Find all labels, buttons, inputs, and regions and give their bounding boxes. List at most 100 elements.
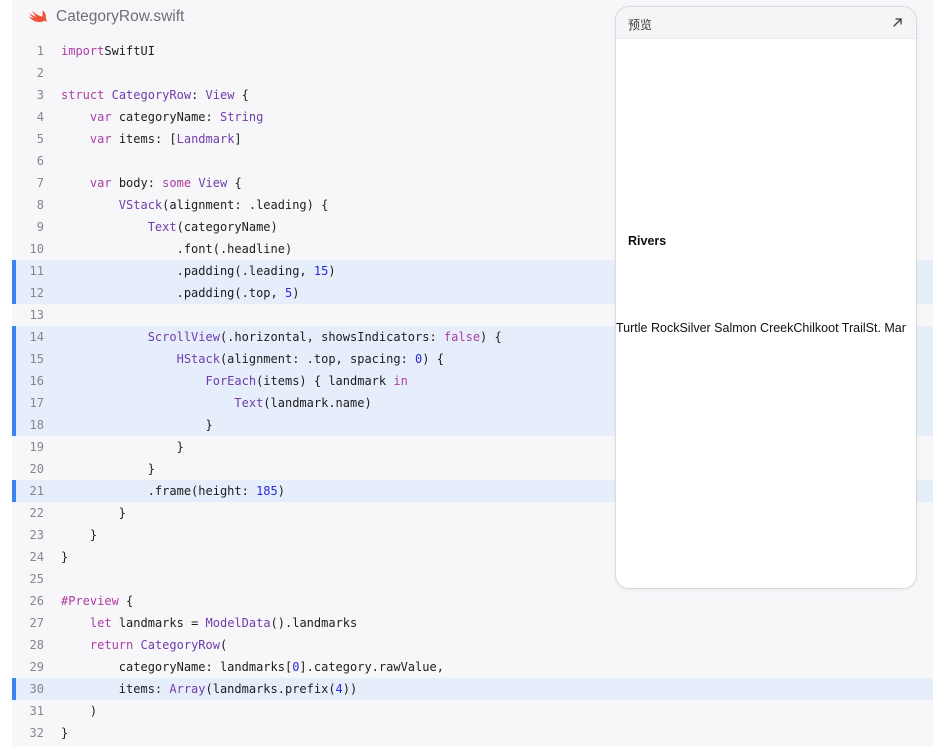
code-token: 185 (256, 484, 278, 498)
code-token: } (61, 550, 69, 564)
code-text: Text(categoryName) (61, 216, 278, 238)
code-line[interactable]: 31 ) (12, 700, 933, 722)
landmark-scroll-row[interactable]: Turtle Rock Silver Salmon Creek Chilkoot T… (616, 321, 916, 335)
code-text: var body: some View { (61, 172, 242, 194)
code-line[interactable]: 27 let landmarks = ModelData().landmarks (12, 612, 933, 634)
code-token: struct (61, 88, 105, 102)
code-token: .padding(.leading, (61, 264, 314, 278)
code-token: } (61, 440, 184, 454)
line-number: 16 (29, 374, 44, 388)
code-text: Text(landmark.name) (61, 392, 372, 414)
code-text: ForEach(items) { landmark in (61, 370, 408, 392)
code-token: var (89, 132, 112, 146)
code-token: CategoryRow (140, 638, 220, 652)
code-line[interactable]: 32} (12, 722, 933, 744)
code-token: 4 (335, 682, 343, 696)
code-token: SwiftUI (104, 44, 155, 58)
code-text: } (61, 722, 68, 744)
line-number: 32 (29, 726, 44, 740)
code-text: importSwiftUI (61, 40, 155, 62)
code-line[interactable]: 30 items: Array(landmarks.prefix(4)) (12, 678, 933, 700)
code-token: let (89, 616, 112, 630)
code-token: 15 (313, 264, 329, 278)
code-token: ].category.rawValue, (299, 660, 444, 674)
code-token: false (443, 330, 481, 344)
code-token: { (234, 88, 249, 102)
code-text: let landmarks = ModelData().landmarks (61, 612, 357, 634)
line-number: 21 (29, 484, 44, 498)
landmark-name: Chilkoot Trail (793, 321, 866, 335)
line-number: 31 (29, 704, 44, 718)
code-token: { (227, 176, 242, 190)
code-token: } (61, 528, 98, 542)
line-number: 14 (29, 330, 44, 344)
line-number: 17 (29, 396, 44, 410)
code-token: .padding(.top, (61, 286, 285, 300)
file-name: CategoryRow.swift (56, 8, 185, 25)
code-token: (landmark.name) (263, 396, 372, 410)
code-text: ) (61, 700, 97, 722)
line-number: 3 (36, 88, 44, 102)
code-line[interactable]: 26 #Preview { (12, 590, 933, 612)
code-text: } (61, 524, 97, 546)
code-line[interactable]: 29 categoryName: landmarks[0].category.r… (12, 656, 933, 678)
line-number: 25 (29, 572, 44, 586)
code-text: return CategoryRow( (61, 634, 227, 656)
code-token: ) (292, 286, 300, 300)
code-token: categoryName: (111, 110, 220, 124)
code-token: var (89, 176, 112, 190)
line-number: 29 (29, 660, 44, 674)
code-text: .padding(.top, 5) (61, 282, 300, 304)
code-line[interactable]: 28 return CategoryRow( (12, 634, 933, 656)
code-text: } (61, 458, 155, 480)
code-token: } (61, 418, 213, 432)
preview-title: 预览 (628, 18, 653, 32)
code-token: categoryName: landmarks[ (61, 660, 293, 674)
code-text: .padding(.leading, 15) (61, 260, 336, 282)
landmark-name: Silver Salmon Creek (679, 321, 794, 335)
line-number: 22 (29, 506, 44, 520)
line-number: 18 (29, 418, 44, 432)
file-header: CategoryRow.swift (28, 6, 184, 28)
code-token: landmarks = (111, 616, 206, 630)
code-text: categoryName: landmarks[0].category.rawV… (61, 656, 444, 678)
code-token: some (162, 176, 192, 190)
code-token: ().landmarks (270, 616, 358, 630)
code-token: ScrollView (147, 330, 220, 344)
code-token: View (205, 88, 235, 102)
code-text: } (61, 502, 126, 524)
code-token: ( (219, 638, 228, 652)
line-number: 24 (29, 550, 44, 564)
code-token: ForEach (205, 374, 257, 388)
code-text: } (61, 546, 68, 568)
line-number: 1 (36, 44, 44, 58)
code-token: CategoryRow (111, 88, 192, 102)
code-token: in (393, 374, 408, 388)
code-token: .font(.headline) (61, 242, 293, 256)
code-text: ScrollView(.horizontal, showsIndicators:… (61, 326, 502, 348)
line-number: 23 (29, 528, 44, 542)
code-text: var items: [Landmark] (61, 128, 242, 150)
code-token: items: [ (111, 132, 177, 146)
expand-arrow-icon[interactable] (891, 16, 904, 29)
code-text: } (61, 414, 213, 436)
code-text: items: Array(landmarks.prefix(4)) (61, 678, 357, 700)
code-token: ] (234, 132, 242, 146)
code-token: return (89, 638, 134, 652)
code-token: ) (61, 704, 98, 718)
code-token: (alignment: .leading) { (162, 198, 329, 212)
code-token: Text (147, 220, 177, 234)
line-number: 13 (29, 308, 44, 322)
code-token: } (61, 462, 155, 476)
code-text: VStack(alignment: .leading) { (61, 194, 329, 216)
swift-icon (28, 10, 47, 23)
code-token: )) (342, 682, 358, 696)
code-token: ModelData (205, 616, 271, 630)
